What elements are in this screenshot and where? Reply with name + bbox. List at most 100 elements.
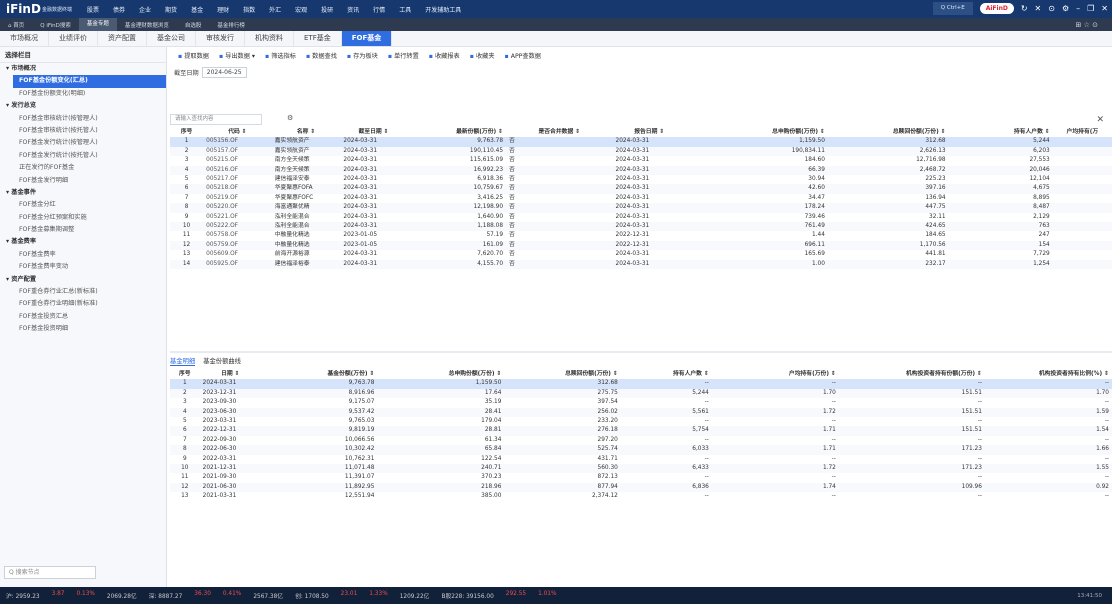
toolbar-button[interactable]: ▪ 单行转置 — [388, 51, 419, 60]
sidebar-item[interactable]: FOF基金募集期调整 — [0, 224, 166, 236]
toolbar-button[interactable]: ▪ 收藏夹 — [470, 51, 495, 60]
column-header[interactable]: 总申购份额(万份) ⇕ — [377, 370, 505, 380]
column-header[interactable]: 户均持有(万份) ⇕ — [711, 370, 839, 380]
sidebar-group[interactable]: ▾ 基金费率 — [0, 236, 166, 248]
toolbar-button[interactable]: ▪ 筛选指标 — [265, 51, 296, 60]
module-tab[interactable]: 基金公司 — [147, 31, 196, 46]
module-tab[interactable]: 机构资料 — [245, 31, 294, 46]
top-menu-item[interactable]: 行情 — [366, 5, 392, 14]
sidebar-item[interactable]: FOF重仓券行业汇总(新标准) — [0, 286, 166, 298]
sidebar-search-input[interactable]: Q 搜索节点 — [4, 566, 96, 579]
table-row[interactable]: 12 005759.OF 中融量化精选 2023-01-05 161.09 否 2022-1… — [170, 240, 1112, 251]
table-row[interactable]: 6 2022-12-31 9,819.19 28.81 276.18 5,754 1.71 1… — [170, 426, 1112, 436]
top-menu-item[interactable]: 外汇 — [262, 5, 288, 14]
column-header[interactable]: 序号 — [170, 370, 200, 380]
table-row[interactable]: 13 005609.OF 前海开源裕源 2024-03-31 7,620.70 否 2024… — [170, 250, 1112, 260]
sidebar-item[interactable]: FOF基金发行统计(按管理人) — [0, 137, 166, 149]
table-row[interactable]: 10 2021-12-31 11,071.48 240.71 560.30 6,433 1.… — [170, 464, 1112, 474]
table-row[interactable]: 1 2024-03-31 9,763.78 1,159.50 312.68 -- -- -- -… — [170, 379, 1112, 389]
top-menu-item[interactable]: 基金 — [184, 5, 210, 14]
table-row[interactable]: 6 005218.OF 华夏聚惠FOFA 2024-03-31 10,759.67 否 20… — [170, 184, 1112, 194]
top-menu-item[interactable]: 企业 — [132, 5, 158, 14]
column-header[interactable]: 持有人户数 ⇕ — [620, 370, 712, 380]
column-header[interactable]: 最新份额(万份) ⇕ — [406, 128, 507, 138]
column-header[interactable]: 基金份额(万份) ⇕ — [261, 370, 378, 380]
column-header[interactable]: 截至日期 ⇕ — [340, 128, 407, 138]
column-header[interactable]: 机构投资者持有比例(%) ⇕ — [984, 370, 1112, 380]
close-panel-icon[interactable]: ✕ — [1096, 115, 1104, 125]
sub-tab[interactable]: 基金明细 — [170, 356, 196, 366]
sidebar-group[interactable]: ▾ 资产配置 — [0, 274, 166, 286]
table-row[interactable]: 8 005220.OF 海富通聚优精 2024-03-31 12,198.90 否 2024… — [170, 203, 1112, 213]
column-header[interactable]: 代码 ⇕ — [203, 128, 272, 138]
sidebar-item[interactable]: FOF基金费率 — [0, 249, 166, 261]
table-row[interactable]: 10 005222.OF 泓利全能混合 2024-03-31 1,188.08 否 2024… — [170, 222, 1112, 232]
maximize-icon[interactable]: ❐ — [1087, 4, 1094, 13]
module-tab[interactable]: FOF基金 — [341, 31, 393, 46]
top-menu-item[interactable]: 投研 — [314, 5, 340, 14]
module-tab[interactable]: 业绩评价 — [49, 31, 98, 46]
top-menu-item[interactable]: 期货 — [158, 5, 184, 14]
column-header[interactable]: 持有人户数 ⇕ — [948, 128, 1053, 138]
window-close-icon[interactable]: ✕ — [1101, 4, 1108, 13]
nav-tab[interactable]: 基金理财数据浏览 — [117, 21, 177, 29]
nav-tab[interactable]: 基金排行榜 — [209, 21, 253, 29]
nav-tab[interactable]: ⌂ 首页 — [0, 21, 32, 29]
table-row[interactable]: 2 005157.OF 嘉实领航资产 2024-03-31 190,110.45 否 202… — [170, 146, 1112, 157]
column-header[interactable]: 是否合并数据 ⇕ — [506, 128, 613, 138]
toolbar-button[interactable]: ▪ 收藏报表 — [429, 51, 460, 60]
minimize-icon[interactable]: – — [1076, 4, 1080, 13]
sidebar-item[interactable]: FOF重仓券行业明细(新标准) — [0, 298, 166, 310]
sidebar-group[interactable]: ▾ 发行总览 — [0, 100, 166, 112]
sidebar-item[interactable]: FOF基金审核统计(按管理人) — [0, 113, 166, 125]
table-row[interactable]: 1 005156.OF 嘉实领航资产 2024-03-31 9,763.78 否 2024-… — [170, 137, 1112, 147]
table-row[interactable]: 13 2021-03-31 12,551.94 385.00 2,374.12 -- -- -… — [170, 492, 1112, 501]
column-header[interactable]: 户均持有(万 — [1052, 128, 1112, 138]
table-row[interactable]: 5 005217.OF 建信福泽安泰 2024-03-31 6,918.36 否 2024-… — [170, 175, 1112, 185]
top-menu-item[interactable]: 债券 — [106, 5, 132, 14]
table-row[interactable]: 7 2022-09-30 10,066.56 61.34 297.20 -- -- -- -- — [170, 436, 1112, 445]
nav-tab[interactable]: 基金专题 — [78, 18, 117, 31]
top-menu-item[interactable]: 股票 — [80, 5, 106, 14]
top-menu-item[interactable]: 宏观 — [288, 5, 314, 14]
top-menu-item[interactable]: 开发辅助工具 — [418, 5, 468, 14]
sidebar-item[interactable]: FOF基金投资汇总 — [0, 311, 166, 323]
close-icon[interactable]: ✕ — [1035, 4, 1042, 13]
toolbar-button[interactable]: ▪ 数据查找 — [306, 51, 337, 60]
sidebar-item[interactable]: FOF基金分红 — [0, 199, 166, 211]
top-menu-item[interactable]: 理财 — [210, 5, 236, 14]
module-tab[interactable]: 审核发行 — [196, 31, 245, 46]
refresh-icon[interactable]: ↻ — [1021, 4, 1028, 13]
sidebar-group[interactable]: ▾ 市场概况 — [0, 63, 166, 75]
panel-splitter[interactable] — [170, 351, 1112, 353]
table-row[interactable]: 5 2023-03-31 9,765.03 179.04 233.20 -- -- -- -- — [170, 417, 1112, 426]
table-row[interactable]: 11 005758.OF 中融量化精选 2023-01-05 57.19 否 2022-12… — [170, 231, 1112, 241]
table-row[interactable]: 7 005219.OF 华夏聚惠FOFC 2024-03-31 3,416.25 否 202… — [170, 193, 1112, 204]
table-row[interactable]: 4 2023-06-30 9,537.42 28.41 256.02 5,561 1.72 1… — [170, 407, 1112, 418]
column-header[interactable]: 名称 ⇕ — [271, 128, 341, 138]
sidebar-item[interactable]: FOF基金发行统计(按托管人) — [0, 150, 166, 162]
sidebar-item[interactable]: FOF基金份额变化(汇总) — [13, 75, 166, 88]
sub-tab[interactable]: 基金份额曲线 — [203, 356, 241, 365]
toolbar-button[interactable]: ▪ 提取数据 — [178, 51, 209, 60]
module-tab[interactable]: 市场概况 — [0, 31, 49, 46]
settings-icon[interactable]: ⚙ — [1062, 4, 1069, 13]
column-header[interactable]: 总赎回份额(万份) ⇕ — [504, 370, 621, 380]
module-tab[interactable]: 资产配置 — [98, 31, 147, 46]
help-icon[interactable]: ⊙ — [1048, 4, 1055, 13]
sidebar-item[interactable]: FOF基金投资明细 — [0, 323, 166, 335]
top-menu-item[interactable]: 工具 — [392, 5, 418, 14]
table-row[interactable]: 12 2021-06-30 11,892.95 218.96 877.94 6,836 1.… — [170, 482, 1112, 493]
toolbar-button[interactable]: ▪ 导出数据 ▾ — [219, 51, 255, 60]
table-row[interactable]: 3 005215.OF 南方全天候策 2024-03-31 115,615.09 否 202… — [170, 156, 1112, 166]
filter-input[interactable]: 请输入查找内容 — [170, 114, 262, 125]
toolbar-button[interactable]: ▪ APP查数据 — [505, 51, 541, 60]
top-menu-item[interactable]: 指数 — [236, 5, 262, 14]
ai-button[interactable]: AiFinD — [979, 3, 1014, 14]
table-row[interactable]: 14 005925.OF 建信福泽裕泰 2024-03-31 4,155.70 否 2024… — [170, 259, 1112, 270]
sidebar-item[interactable]: FOF基金份额变化(明细) — [0, 88, 166, 100]
date-picker[interactable]: 2024-06-25 — [201, 66, 247, 78]
column-header[interactable]: 机构投资者持有份额(万份) ⇕ — [838, 370, 985, 380]
table-settings-icon[interactable]: ⚙ — [287, 114, 293, 122]
column-header[interactable]: 日期 ⇕ — [199, 370, 261, 380]
